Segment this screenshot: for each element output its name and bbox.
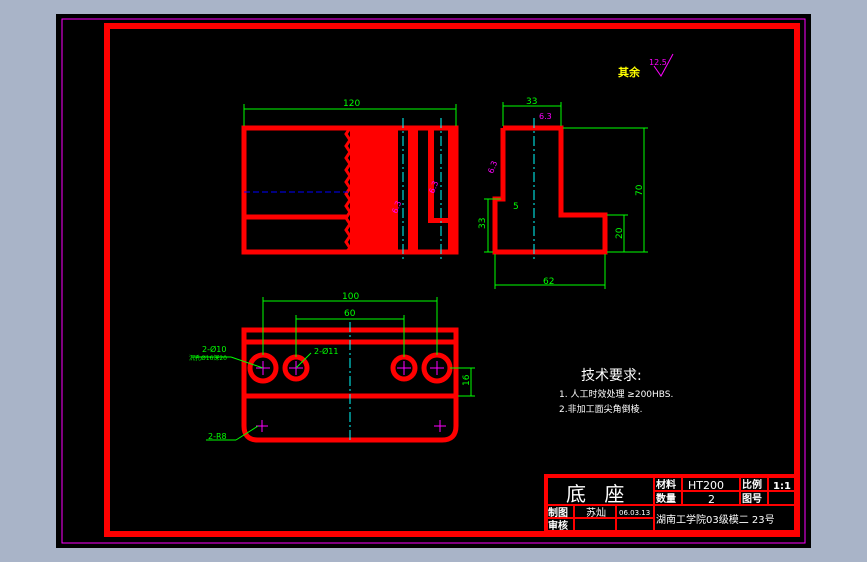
hole-label-2: 2-Ø11 — [314, 346, 338, 356]
hole-label-1: 2-Ø10 — [202, 344, 226, 354]
sheet-border — [61, 18, 806, 544]
drawing-no-label: 图号 — [742, 493, 762, 505]
dim-side-base: 62 — [543, 277, 554, 287]
dim-top-width-value: 120 — [343, 99, 360, 109]
dim-plan-60: 60 — [344, 309, 356, 319]
front-view — [241, 118, 459, 259]
drawing-frame — [104, 23, 800, 537]
tech-req-title: 技术要求: — [581, 368, 642, 384]
check-label: 审核 — [548, 519, 568, 532]
drawn-label: 制图 — [548, 506, 568, 519]
cad-drawing: 其余 12.5 120 6.3 6.3 33 70 20 62 33 5 6.3… — [61, 18, 806, 544]
side-view — [492, 125, 608, 255]
qty-label: 数量 — [656, 492, 676, 505]
dim-side-step: 33 — [478, 218, 488, 229]
dim-side-height: 70 — [635, 184, 645, 196]
qty-value: 2 — [708, 493, 715, 506]
rough-side-2: 6.3 — [486, 160, 499, 175]
dim-plan-100: 100 — [342, 292, 359, 302]
hole-label-1b: 沉孔Ø16深20 — [189, 354, 227, 362]
tech-req-item-2: 2.非加工面尖角倒棱. — [559, 403, 642, 415]
dim-side-thk: 20 — [615, 227, 625, 239]
scale-label: 比例 — [742, 478, 762, 491]
material-value: HT200 — [688, 479, 724, 492]
tech-req-item-1: 1. 人工时效处理 ≥200HBS. — [559, 388, 673, 400]
drawing-canvas: 其余 12.5 120 6.3 6.3 33 70 20 62 33 5 6.3… — [56, 14, 811, 548]
dim-plan-16: 16 — [462, 374, 472, 386]
drawn-value: 苏灿 — [586, 506, 606, 519]
scale-value: 1:1 — [773, 481, 791, 492]
roughness-general-value: 12.5 — [649, 58, 667, 67]
dim-side-width: 33 — [526, 97, 537, 107]
radius-label: 2-R8 — [208, 432, 227, 441]
rough-side-1: 6.3 — [539, 112, 552, 121]
material-label: 材料 — [656, 478, 676, 491]
date-value: 06.03.13 — [619, 509, 650, 517]
dim-side-5: 5 — [513, 202, 519, 212]
school-name: 湖南工学院03级模二 23号 — [656, 513, 775, 526]
note-surface: 其余 — [618, 65, 641, 79]
part-name: 底 座 — [566, 482, 630, 506]
